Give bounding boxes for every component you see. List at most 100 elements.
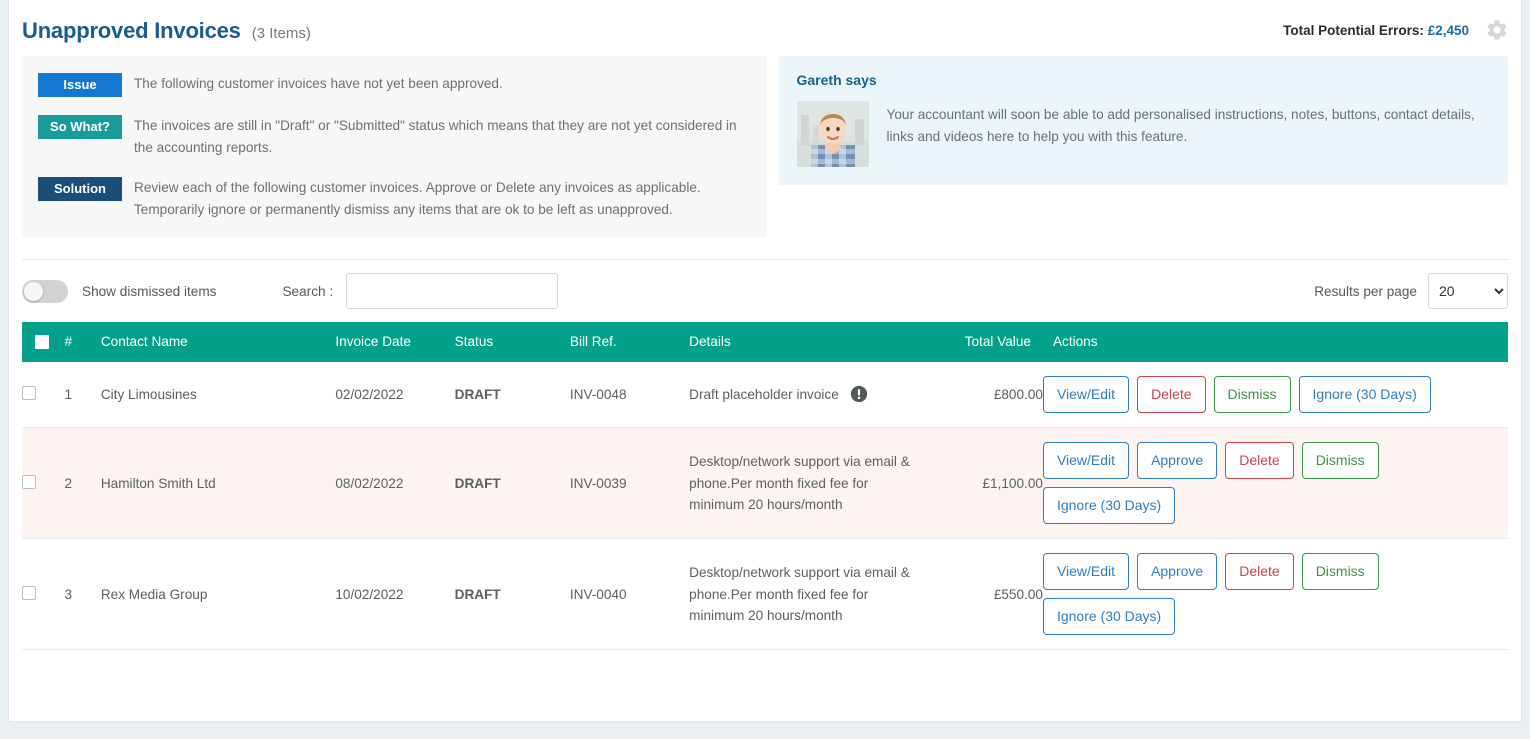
column-header-bill-ref[interactable]: Bill Ref. bbox=[569, 322, 690, 363]
row-checkbox-cell[interactable] bbox=[22, 427, 65, 540]
table-body: 1 City Limousines 02/02/2022 DRAFT INV-0048 D… bbox=[22, 362, 1508, 651]
ignore-30-days-button[interactable]: Ignore (30 Days) bbox=[1298, 376, 1431, 414]
dismiss-button[interactable]: Dismiss bbox=[1213, 376, 1291, 414]
cell-actions: View/Edit Approve Delete Dismiss Ignore (30 … bbox=[1042, 538, 1508, 651]
info-panels: Issue The following customer invoices ha… bbox=[9, 56, 1521, 238]
cell-total-value: £800.00 bbox=[921, 362, 1043, 429]
cell-number: 3 bbox=[64, 538, 101, 651]
row-checkbox[interactable] bbox=[22, 474, 36, 489]
invoices-table-wrap: # Contact Name Invoice Date Status Bill … bbox=[22, 322, 1508, 651]
cell-bill-ref: INV-0040 bbox=[569, 538, 690, 651]
row-checkbox[interactable] bbox=[22, 386, 36, 401]
action-button-group: View/Edit Approve Delete Dismiss Ignore (30 … bbox=[1042, 553, 1495, 636]
cell-invoice-date: 02/02/2022 bbox=[335, 362, 455, 429]
row-checkbox[interactable] bbox=[22, 585, 36, 600]
action-button-group: View/Edit Approve Delete Dismiss Ignore (30 … bbox=[1042, 442, 1495, 525]
cell-bill-ref: INV-0048 bbox=[569, 362, 690, 429]
solution-text: Review each of the following customer in… bbox=[134, 180, 701, 218]
says-panel-title: Gareth says bbox=[796, 72, 877, 88]
results-per-page-label: Results per page bbox=[1314, 283, 1417, 299]
avatar bbox=[796, 101, 869, 167]
approve-button[interactable]: Approve bbox=[1137, 442, 1218, 480]
issue-text: The following customer invoices have not… bbox=[134, 76, 503, 91]
page-title: Unapproved Invoices bbox=[22, 18, 241, 43]
table-toolbar: Show dismissed items Search : Results pe… bbox=[22, 260, 1508, 322]
cell-number: 1 bbox=[64, 362, 101, 429]
ignore-30-days-button[interactable]: Ignore (30 Days) bbox=[1042, 598, 1176, 636]
gear-icon[interactable] bbox=[1485, 18, 1509, 42]
page-card: Unapproved Invoices (3 Items) Total Pote… bbox=[8, 0, 1522, 722]
so-what-text: The invoices are still in "Draft" or "Su… bbox=[134, 118, 737, 156]
column-header-details[interactable]: Details bbox=[689, 322, 922, 363]
cell-details: Draft placeholder invoice bbox=[689, 362, 922, 429]
cell-invoice-date: 08/02/2022 bbox=[335, 427, 455, 540]
cell-actions: View/Edit Delete Dismiss Ignore (30 Days) bbox=[1042, 362, 1508, 429]
table-row: 3 Rex Media Group 10/02/2022 DRAFT INV-0040 D… bbox=[22, 538, 1508, 651]
approve-button[interactable]: Approve bbox=[1137, 553, 1218, 591]
info-row-issue: Issue The following customer invoices ha… bbox=[38, 72, 753, 97]
cell-total-value: £1,100.00 bbox=[921, 427, 1043, 540]
results-per-page-group: Results per page 102050100 bbox=[1314, 273, 1508, 310]
ignore-30-days-button[interactable]: Ignore (30 Days) bbox=[1042, 487, 1176, 525]
badge-issue: Issue bbox=[38, 73, 122, 97]
row-checkbox-cell[interactable] bbox=[22, 362, 65, 429]
cell-contact-name: Rex Media Group bbox=[100, 538, 336, 651]
column-header-number[interactable]: # bbox=[64, 322, 101, 363]
table-row: 1 City Limousines 02/02/2022 DRAFT INV-0048 D… bbox=[22, 362, 1508, 429]
cell-status: DRAFT bbox=[454, 538, 570, 651]
accountant-says-panel: Gareth says Your accountant will soon be… bbox=[778, 56, 1508, 185]
info-row-solution: Solution Review each of the following cu… bbox=[38, 176, 753, 221]
badge-solution: Solution bbox=[38, 177, 122, 202]
select-all-checkbox[interactable] bbox=[35, 335, 49, 350]
badge-so-what: So What? bbox=[38, 115, 122, 139]
cell-contact-name: Hamilton Smith Ltd bbox=[100, 427, 336, 540]
dismiss-button[interactable]: Dismiss bbox=[1301, 442, 1379, 480]
info-row-so-what: So What? The invoices are still in "Draf… bbox=[38, 114, 753, 159]
cell-total-value: £550.00 bbox=[921, 538, 1043, 651]
row-checkbox-cell[interactable] bbox=[22, 538, 65, 651]
results-per-page-select[interactable]: 102050100 bbox=[1428, 273, 1508, 310]
cell-contact-name: City Limousines bbox=[100, 362, 336, 429]
action-button-group: View/Edit Delete Dismiss Ignore (30 Days) bbox=[1042, 376, 1495, 414]
toggle-knob bbox=[24, 281, 43, 301]
says-text: Your accountant will soon be able to add… bbox=[886, 107, 1475, 145]
table-head: # Contact Name Invoice Date Status Bill … bbox=[22, 322, 1508, 363]
show-dismissed-toggle[interactable] bbox=[22, 279, 68, 303]
view-edit-button[interactable]: View/Edit bbox=[1042, 442, 1130, 480]
delete-button[interactable]: Delete bbox=[1225, 442, 1294, 480]
search-input[interactable] bbox=[346, 273, 559, 310]
issue-explanation-panel: Issue The following customer invoices ha… bbox=[22, 56, 767, 238]
show-dismissed-toggle-group[interactable]: Show dismissed items bbox=[22, 279, 217, 303]
says-body: Your accountant will soon be able to add… bbox=[796, 101, 1491, 167]
column-header-status[interactable]: Status bbox=[454, 322, 570, 363]
view-edit-button[interactable]: View/Edit bbox=[1042, 553, 1130, 591]
cell-actions: View/Edit Approve Delete Dismiss Ignore (30 … bbox=[1042, 427, 1508, 540]
table-header-row: # Contact Name Invoice Date Status Bill … bbox=[22, 322, 1508, 363]
column-header-actions: Actions bbox=[1042, 322, 1508, 363]
total-potential-errors: Total Potential Errors: £2,450 bbox=[1283, 23, 1469, 38]
item-count: (3 Items) bbox=[251, 25, 311, 42]
view-edit-button[interactable]: View/Edit bbox=[1042, 376, 1130, 414]
column-header-invoice-date[interactable]: Invoice Date bbox=[335, 322, 455, 363]
cell-bill-ref: INV-0039 bbox=[569, 427, 690, 540]
title-group: Unapproved Invoices (3 Items) bbox=[22, 18, 311, 44]
dismiss-button[interactable]: Dismiss bbox=[1301, 553, 1379, 591]
column-header-total-value[interactable]: Total Value bbox=[921, 322, 1043, 363]
cell-status: DRAFT bbox=[454, 427, 570, 540]
cell-number: 2 bbox=[64, 427, 101, 540]
show-dismissed-label: Show dismissed items bbox=[82, 283, 217, 299]
cell-details: Desktop/network support via email & phon… bbox=[689, 427, 922, 540]
cell-invoice-date: 10/02/2022 bbox=[335, 538, 455, 651]
search-label: Search : bbox=[282, 283, 334, 299]
delete-button[interactable]: Delete bbox=[1225, 553, 1294, 591]
search-group: Search : bbox=[282, 273, 559, 310]
warning-exclamation-icon bbox=[843, 385, 868, 403]
header-right-group: Total Potential Errors: £2,450 bbox=[1283, 18, 1509, 42]
page-header: Unapproved Invoices (3 Items) Total Pote… bbox=[9, 0, 1521, 56]
column-header-contact-name[interactable]: Contact Name bbox=[100, 322, 336, 363]
total-errors-value: £2,450 bbox=[1427, 22, 1469, 38]
total-errors-label: Total Potential Errors: bbox=[1283, 22, 1424, 38]
cell-status: DRAFT bbox=[454, 362, 570, 429]
delete-button[interactable]: Delete bbox=[1137, 376, 1206, 414]
column-header-select-all[interactable] bbox=[22, 322, 65, 363]
